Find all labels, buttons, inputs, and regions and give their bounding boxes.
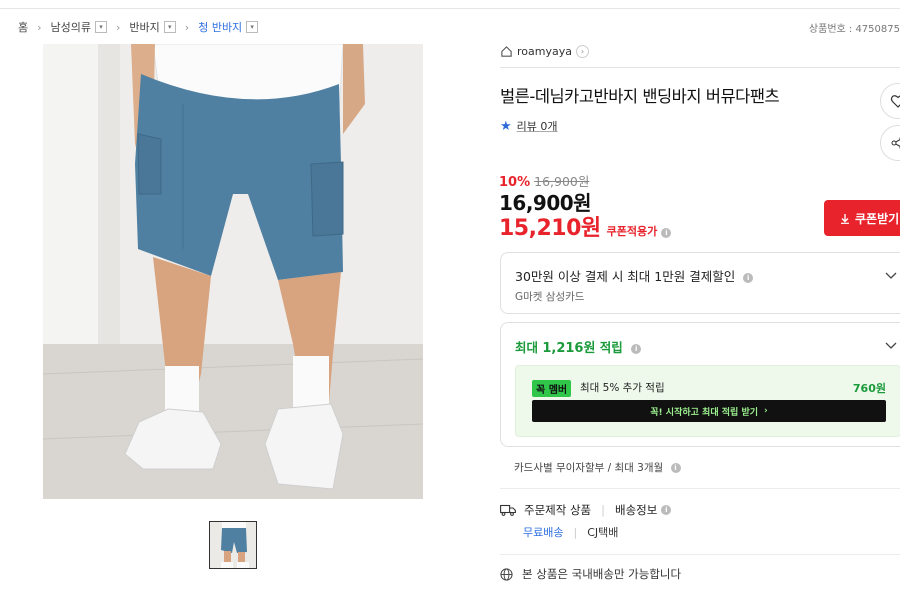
breadcrumb-separator-icon: ›: [116, 20, 121, 34]
product-main-image[interactable]: [43, 44, 423, 499]
reward-title: 최대 1,216원 적립 i: [515, 337, 642, 356]
seller-name: roamyaya: [517, 45, 572, 58]
card-discount-title-row: 30만원 이상 결제 시 최대 1만원 결제할인 i: [515, 266, 754, 285]
thumbnail-photo: [210, 522, 256, 568]
share-button[interactable]: [880, 125, 900, 161]
info-icon[interactable]: i: [661, 228, 672, 238]
section-divider: [500, 488, 900, 489]
share-icon: [891, 137, 900, 149]
coupon-button-label: 쿠폰받기: [855, 211, 900, 226]
reward-prefix: 최대: [515, 340, 543, 355]
product-number: 상품번호 : 4750875: [808, 24, 900, 35]
star-icon: ★: [500, 118, 512, 134]
shipping-fee: 무료배송: [523, 526, 564, 539]
club-reward-panel: 꼭 멤버 최대 5% 추가 적립 760원 꼭! 시작하고 최대 적립 받기 ›: [515, 365, 900, 437]
reward-amount: 1,216원: [542, 341, 596, 356]
chevron-down-icon[interactable]: [885, 339, 897, 351]
chevron-down-icon[interactable]: ▾: [163, 21, 176, 33]
chevron-down-icon[interactable]: [885, 269, 897, 281]
club-reward-text: 최대 5% 추가 적립: [580, 382, 665, 394]
card-discount-title: 30만원 이상 결제 시 최대 1만원 결제할인: [515, 269, 736, 284]
info-icon[interactable]: i: [631, 343, 642, 354]
installment-text: 카드사별 무이자할부 / 최대 3개월: [514, 462, 664, 474]
chevron-down-icon[interactable]: ▾: [95, 21, 108, 33]
globe-icon: [500, 567, 513, 581]
review-count: 리뷰 0개: [516, 120, 558, 133]
breadcrumb-level2[interactable]: 반바지: [129, 19, 159, 35]
breadcrumb-current[interactable]: 청 반바지: [198, 19, 242, 35]
download-icon: [841, 213, 849, 224]
breadcrumb-separator-icon: ›: [184, 20, 190, 34]
chevron-right-icon: ›: [575, 45, 589, 58]
product-photo: [43, 44, 423, 499]
info-icon[interactable]: i: [743, 272, 754, 283]
reward-box: 최대 1,216원 적립 i 꼭 멤버 최대 5% 추가 적립 760원 꼭! …: [500, 322, 900, 447]
heart-icon: [890, 95, 900, 108]
club-reward-amount: 760원: [852, 382, 886, 395]
club-badge-label: 멤버: [548, 385, 568, 396]
coupon-price: 15,210원: [499, 216, 601, 241]
coupon-price-tag: 쿠폰적용가: [606, 225, 658, 238]
breadcrumb-level1[interactable]: 남성의류: [51, 19, 91, 35]
info-icon[interactable]: i: [670, 463, 681, 473]
wishlist-button[interactable]: [880, 83, 900, 119]
card-discount-subtitle: G마켓 삼성카드: [515, 291, 585, 303]
shipping-row: 주문제작 상품 | 배송정보 i: [500, 502, 672, 518]
truck-icon: [500, 504, 516, 516]
domestic-notice: 본 상품은 국내배송만 가능합니다: [522, 567, 682, 581]
seller-link[interactable]: roamyaya ›: [500, 45, 589, 58]
club-start-button[interactable]: 꼭! 시작하고 최대 적립 받기 ›: [532, 400, 886, 422]
club-badge: 꼭 멤버: [532, 380, 572, 397]
shipping-type: 주문제작 상품: [524, 503, 592, 517]
chevron-right-icon: ›: [764, 406, 768, 416]
breadcrumb: 홈 › 남성의류 ▾ › 반바지 ▾ › 청 반바지 ▾: [18, 18, 259, 36]
vertical-separator: |: [573, 525, 578, 539]
domestic-notice-row: 본 상품은 국내배송만 가능합니다: [500, 566, 681, 582]
breadcrumb-separator-icon: ›: [37, 20, 42, 34]
chevron-down-icon[interactable]: ▾: [246, 21, 259, 33]
vertical-separator: |: [601, 503, 606, 517]
top-divider: [0, 8, 900, 9]
home-icon: [501, 46, 512, 57]
seller-divider: [500, 67, 900, 68]
product-title: 벌른-데님카고반바지 밴딩바지 버뮤다팬츠: [500, 87, 780, 106]
coupon-price-row: 15,210원 쿠폰적용가 i: [499, 210, 672, 242]
product-thumbnail[interactable]: [209, 521, 257, 569]
review-link[interactable]: ★ 리뷰 0개: [500, 118, 558, 134]
shipping-info-label[interactable]: 배송정보: [615, 502, 657, 518]
club-start-label: 꼭! 시작하고 최대 적립 받기: [650, 407, 758, 418]
shipping-carrier: CJ택배: [587, 526, 619, 539]
reward-suffix: 적립: [595, 340, 623, 355]
section-divider: [500, 554, 900, 555]
installment-info: 카드사별 무이자할부 / 최대 3개월 i: [514, 460, 681, 475]
card-discount-box[interactable]: 30만원 이상 결제 시 최대 1만원 결제할인 i G마켓 삼성카드: [500, 252, 900, 314]
shipping-detail-row: 무료배송 | CJ택배: [523, 524, 618, 540]
info-icon[interactable]: i: [661, 505, 672, 515]
breadcrumb-home[interactable]: 홈: [18, 19, 28, 35]
coupon-download-button[interactable]: 쿠폰받기: [824, 200, 900, 236]
